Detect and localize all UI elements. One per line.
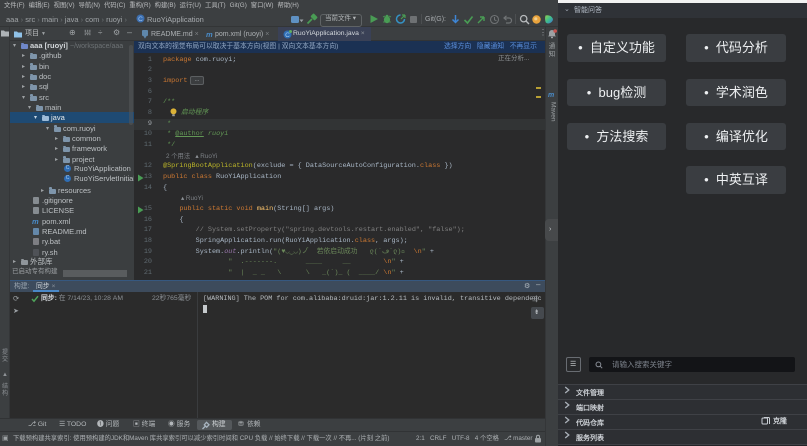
svg-text:C: C <box>138 16 143 23</box>
svg-text:C: C <box>285 32 290 39</box>
